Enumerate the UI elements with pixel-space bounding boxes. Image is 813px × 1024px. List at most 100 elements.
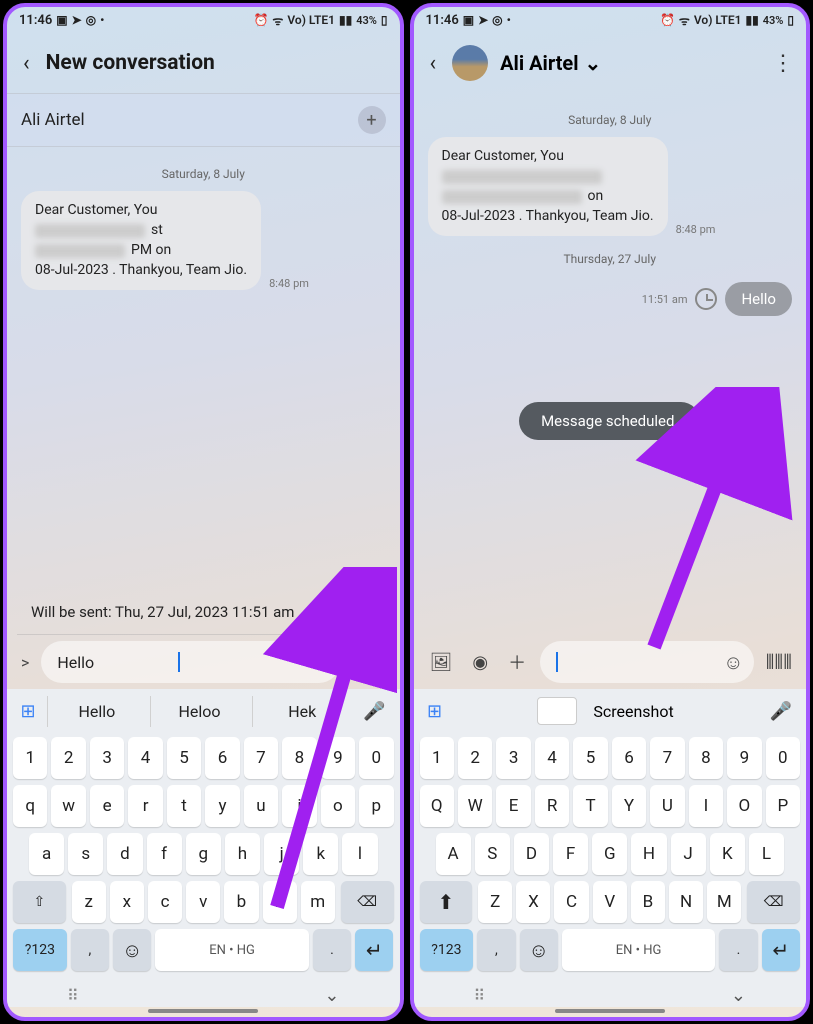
voice-input-icon[interactable]: 🎤 [355,701,393,722]
key-s[interactable]: s [68,833,103,875]
back-button[interactable]: ‹ [19,47,34,80]
key-x[interactable]: x [110,881,144,923]
outgoing-message-bubble[interactable]: Hello [725,282,792,316]
key-A[interactable]: A [436,833,471,875]
key-9[interactable]: 9 [321,737,355,779]
key-U[interactable]: U [650,785,684,827]
key-R[interactable]: R [535,785,569,827]
key-q[interactable]: q [13,785,47,827]
key-2[interactable]: 2 [51,737,85,779]
suggestion-2[interactable]: Heloo [150,696,249,727]
remove-schedule-button[interactable]: − [354,602,376,624]
space-key[interactable]: EN • HG [562,929,715,971]
key-a[interactable]: a [29,833,64,875]
key-r[interactable]: r [128,785,162,827]
message-input[interactable]: ☺ [540,641,754,683]
key-h[interactable]: h [225,833,260,875]
key-S[interactable]: S [475,833,510,875]
incoming-message-bubble[interactable]: Dear Customer, You st PM on 08-Jul-2023 … [21,191,261,290]
key-6[interactable]: 6 [612,737,646,779]
key-1[interactable]: 1 [420,737,454,779]
key-m[interactable]: m [301,881,335,923]
more-options-button[interactable]: ⋮ [772,51,794,76]
key-6[interactable]: 6 [205,737,239,779]
key-v[interactable]: v [186,881,220,923]
key-8[interactable]: 8 [282,737,316,779]
expand-button[interactable]: > [17,649,33,676]
backspace-key[interactable]: ⌫ [341,881,394,923]
key-Y[interactable]: Y [612,785,646,827]
key-u[interactable]: u [244,785,278,827]
add-recipient-button[interactable]: + [358,106,386,134]
key-y[interactable]: y [205,785,239,827]
key-B[interactable]: B [631,881,665,923]
period-key[interactable]: . [313,929,351,971]
key-3[interactable]: 3 [496,737,530,779]
symbols-key[interactable]: ?123 [13,929,67,971]
key-g[interactable]: g [186,833,221,875]
contact-name-dropdown[interactable]: Ali Airtel ⌄ [500,51,601,75]
key-O[interactable]: O [727,785,761,827]
key-M[interactable]: M [707,881,741,923]
incoming-message-bubble[interactable]: Dear Customer, You on 08-Jul-2023 . Than… [428,137,668,236]
hide-keyboard-icon[interactable]: ⌄ [324,985,339,1006]
hide-keyboard-icon[interactable]: ⌄ [731,985,746,1006]
comma-key[interactable]: , [71,929,109,971]
gallery-button[interactable]: 🖼 [424,650,459,675]
shift-key[interactable]: ⇧ [13,881,66,923]
keyboard-handle-icon[interactable]: ⠿ [67,986,79,1005]
key-J[interactable]: J [671,833,706,875]
shift-key-active[interactable]: ⬆ [420,881,473,923]
space-key[interactable]: EN • HG [155,929,308,971]
key-z[interactable]: z [72,881,106,923]
key-0[interactable]: 0 [766,737,800,779]
key-4[interactable]: 4 [128,737,162,779]
screenshot-suggestion[interactable]: Screenshot [454,697,758,725]
key-5[interactable]: 5 [167,737,201,779]
key-i[interactable]: i [282,785,316,827]
key-K[interactable]: K [710,833,745,875]
key-p[interactable]: p [359,785,393,827]
voice-input-icon[interactable]: 🎤 [762,701,800,722]
key-n[interactable]: n [263,881,297,923]
key-H[interactable]: H [631,833,666,875]
comma-key[interactable]: , [477,929,515,971]
suggestion-1[interactable]: Hello [47,696,146,727]
key-W[interactable]: W [458,785,492,827]
key-L[interactable]: L [749,833,784,875]
key-2[interactable]: 2 [458,737,492,779]
back-button[interactable]: ‹ [426,47,441,80]
period-key[interactable]: . [719,929,757,971]
key-d[interactable]: d [107,833,142,875]
key-F[interactable]: F [553,833,588,875]
key-j[interactable]: j [264,833,299,875]
key-Z[interactable]: Z [478,881,512,923]
key-7[interactable]: 7 [650,737,684,779]
key-N[interactable]: N [669,881,703,923]
key-1[interactable]: 1 [13,737,47,779]
key-Q[interactable]: Q [420,785,454,827]
voice-message-button[interactable]: ⦀⦀⦀ [762,650,796,674]
emoji-button[interactable]: ☺ [723,650,743,675]
keyboard-apps-icon[interactable]: ⊞ [420,696,450,726]
message-input[interactable]: Hello ☺ [41,641,339,683]
key-X[interactable]: X [516,881,550,923]
key-k[interactable]: k [303,833,338,875]
key-0[interactable]: 0 [359,737,393,779]
key-t[interactable]: t [167,785,201,827]
suggestion-3[interactable]: Hek [252,696,351,727]
key-b[interactable]: b [224,881,258,923]
symbols-key[interactable]: ?123 [420,929,474,971]
key-5[interactable]: 5 [573,737,607,779]
enter-key[interactable]: ↵ [762,929,800,971]
key-f[interactable]: f [147,833,182,875]
key-9[interactable]: 9 [727,737,761,779]
send-button[interactable] [348,641,390,683]
emoji-button[interactable]: ☺ [309,650,329,675]
key-7[interactable]: 7 [244,737,278,779]
key-V[interactable]: V [593,881,627,923]
key-D[interactable]: D [514,833,549,875]
key-G[interactable]: G [592,833,627,875]
avatar[interactable] [452,45,488,81]
key-l[interactable]: l [342,833,377,875]
